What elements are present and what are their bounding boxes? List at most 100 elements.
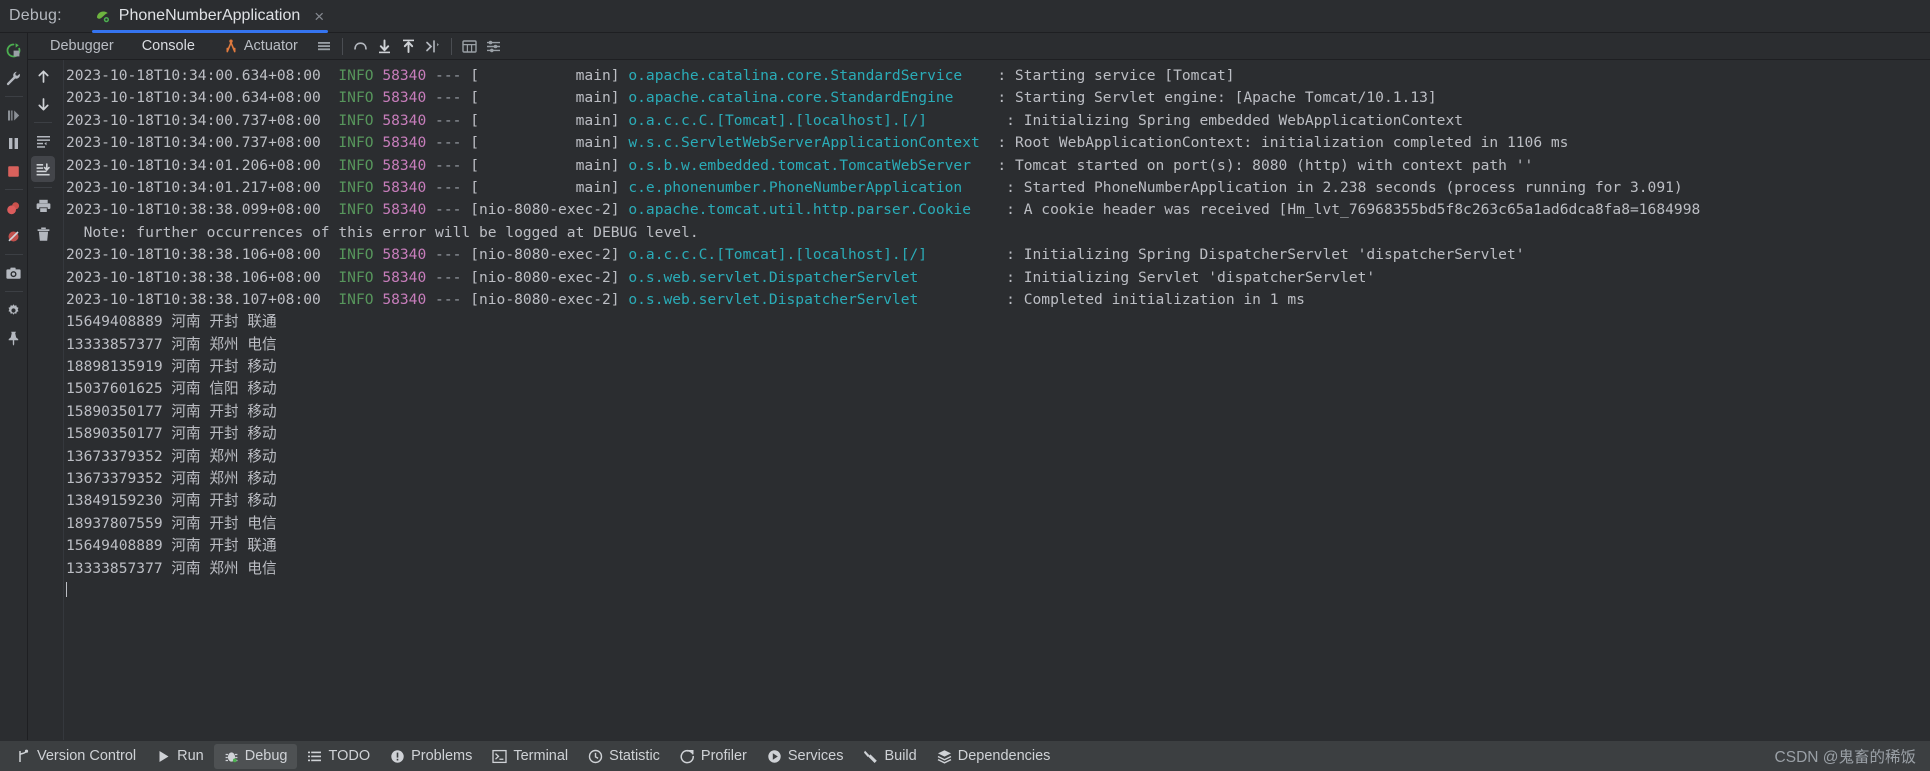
statusbar-dependencies-label: Dependencies xyxy=(957,748,1051,764)
console-log-line: 2023-10-18T10:34:00.737+08:00 INFO 58340… xyxy=(66,111,1464,129)
statusbar-items: Version Control Run Debug TODO Problems Termi… xyxy=(6,743,1061,769)
statusbar-debug-label: Debug xyxy=(244,748,288,764)
rail-divider xyxy=(4,291,23,292)
statusbar-todo[interactable]: TODO xyxy=(297,744,380,769)
up-arrow-icon[interactable] xyxy=(31,63,55,89)
console-actions-rail xyxy=(28,60,58,740)
spring-boot-icon xyxy=(94,8,111,25)
statusbar-profiler[interactable]: Profiler xyxy=(670,744,757,769)
debug-body: Debugger Console Actuator 2023-10-18T10:… xyxy=(0,33,1930,740)
statusbar-version-control-label: Version Control xyxy=(37,748,137,764)
console-gutter xyxy=(58,60,64,740)
console-output-line: 13673379352 河南 郑州 移动 xyxy=(66,470,277,488)
console-log-text[interactable]: 2023-10-18T10:34:00.634+08:00 INFO 58340… xyxy=(66,60,1930,740)
console-log-line: 2023-10-18T10:34:01.217+08:00 INFO 58340… xyxy=(66,178,1683,196)
tab-console-label: Console xyxy=(141,38,195,54)
console-output-line: 13333857377 河南 郑州 电信 xyxy=(66,335,277,353)
stop-icon[interactable] xyxy=(2,158,26,184)
console-output-line: 13849159230 河南 开封 移动 xyxy=(66,492,277,510)
evaluate-expression-icon[interactable] xyxy=(458,35,482,57)
console-output-line: 18937807559 河南 开封 电信 xyxy=(66,514,277,532)
services-icon xyxy=(767,749,782,764)
step-over-icon[interactable] xyxy=(349,35,373,57)
soft-wrap-icon[interactable] xyxy=(31,128,55,154)
list-icon xyxy=(307,749,322,764)
console-note-line: Note: further occurrences of this error … xyxy=(66,223,699,241)
statusbar-version-control[interactable]: Version Control xyxy=(6,744,146,769)
statusbar-terminal-label: Terminal xyxy=(513,748,569,764)
statusbar-services[interactable]: Services xyxy=(757,744,854,769)
close-icon[interactable]: × xyxy=(314,8,324,25)
screenshot-icon[interactable] xyxy=(2,260,26,286)
settings-sliders-icon[interactable] xyxy=(482,35,506,57)
watermark-text: CSDN @鬼畜的稀饭 xyxy=(1774,749,1916,766)
statusbar-todo-label: TODO xyxy=(328,748,371,764)
error-icon xyxy=(390,749,405,764)
console-output-line: 15649408889 河南 开封 联通 xyxy=(66,313,277,331)
profiler-icon xyxy=(680,749,695,764)
branch-icon xyxy=(16,749,31,764)
statusbar-statistic-label: Statistic xyxy=(609,748,660,764)
console-output-line: 15890350177 河南 开封 移动 xyxy=(66,425,277,443)
tab-debugger[interactable]: Debugger xyxy=(36,33,128,59)
pin-icon[interactable] xyxy=(2,325,26,351)
console-log-line: 2023-10-18T10:34:00.737+08:00 INFO 58340… xyxy=(66,134,1569,152)
rail-divider xyxy=(4,254,23,255)
console-column: Debugger Console Actuator 2023-10-18T10:… xyxy=(28,33,1930,740)
rail-divider xyxy=(4,96,23,97)
console-log-line: 2023-10-18T10:38:38.107+08:00 INFO 58340… xyxy=(66,290,1305,308)
statusbar-run[interactable]: Run xyxy=(146,744,214,769)
console-log-line: 2023-10-18T10:38:38.106+08:00 INFO 58340… xyxy=(66,246,1525,264)
statusbar-services-label: Services xyxy=(787,748,844,764)
statusbar-profiler-label: Profiler xyxy=(700,748,747,764)
toolbar-divider xyxy=(450,37,452,55)
rerun-debug-icon[interactable] xyxy=(2,37,26,63)
run-to-cursor-icon[interactable] xyxy=(421,35,445,57)
statusbar-problems[interactable]: Problems xyxy=(380,744,482,769)
tab-console[interactable]: Console xyxy=(128,33,209,59)
resume-program-icon[interactable] xyxy=(2,102,26,128)
down-arrow-icon[interactable] xyxy=(31,91,55,117)
bottom-tool-window-bar: Version Control Run Debug TODO Problems Termi… xyxy=(0,740,1930,771)
console-log-line: 2023-10-18T10:34:00.634+08:00 INFO 58340… xyxy=(66,89,1437,107)
statusbar-run-label: Run xyxy=(177,748,204,764)
tab-actuator-label: Actuator xyxy=(243,38,298,54)
actuator-icon xyxy=(223,38,239,54)
console-log-line: 2023-10-18T10:34:00.634+08:00 INFO 58340… xyxy=(66,67,1235,84)
debug-tab-strip: Debug: PhoneNumberApplication × xyxy=(0,0,1930,33)
rail-divider xyxy=(34,122,52,123)
view-breakpoints-icon[interactable] xyxy=(2,195,26,221)
statusbar-terminal[interactable]: Terminal xyxy=(482,744,578,769)
edit-configurations-icon[interactable] xyxy=(2,65,26,91)
hammer-icon xyxy=(863,749,878,764)
statusbar-build[interactable]: Build xyxy=(853,744,926,769)
console-log-line: 2023-10-18T10:38:38.099+08:00 INFO 58340… xyxy=(66,201,1701,219)
console-output-line: 13673379352 河南 郑州 移动 xyxy=(66,447,277,465)
settings-gear-icon[interactable] xyxy=(2,297,26,323)
scroll-to-end-icon[interactable] xyxy=(31,156,55,182)
play-icon xyxy=(156,749,171,764)
console-log-line: 2023-10-18T10:38:38.106+08:00 INFO 58340… xyxy=(66,268,1376,286)
debug-window-label: Debug: xyxy=(9,7,62,24)
trash-icon[interactable] xyxy=(31,221,55,247)
statusbar-dependencies[interactable]: Dependencies xyxy=(927,744,1061,769)
step-out-icon[interactable] xyxy=(397,35,421,57)
statusbar-statistic[interactable]: Statistic xyxy=(578,744,670,769)
clock-icon xyxy=(588,749,603,764)
console-output-area[interactable]: 2023-10-18T10:34:00.634+08:00 INFO 58340… xyxy=(28,59,1930,740)
run-configuration-tab[interactable]: PhoneNumberApplication × xyxy=(86,0,334,33)
console-output-line: 15037601625 河南 信阳 移动 xyxy=(66,380,277,398)
tab-selected-underline xyxy=(91,29,329,33)
debug-tool-window: Debug: PhoneNumberApplication × Debugger… xyxy=(0,0,1930,771)
print-icon[interactable] xyxy=(31,193,55,219)
statusbar-debug[interactable]: Debug xyxy=(213,743,298,769)
menu-lines-icon[interactable] xyxy=(312,35,336,57)
tab-actuator[interactable]: Actuator xyxy=(209,33,312,59)
console-toolbar: Debugger Console Actuator xyxy=(28,33,1930,59)
run-configuration-name: PhoneNumberApplication xyxy=(118,7,301,24)
step-into-icon[interactable] xyxy=(373,35,397,57)
pause-program-icon[interactable] xyxy=(2,130,26,156)
tab-debugger-label: Debugger xyxy=(50,38,114,54)
console-output-line: 13333857377 河南 郑州 电信 xyxy=(66,559,277,577)
mute-breakpoints-icon[interactable] xyxy=(2,223,26,249)
